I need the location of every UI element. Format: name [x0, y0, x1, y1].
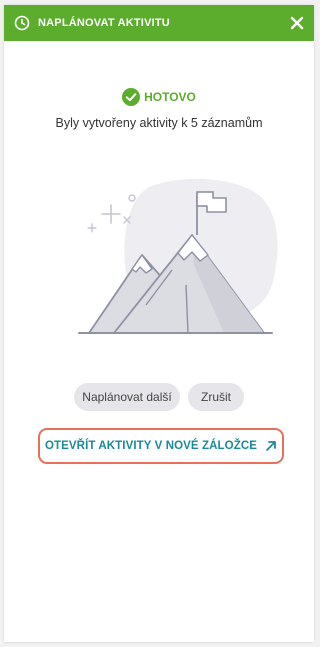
close-icon[interactable]: [288, 14, 306, 32]
cancel-button[interactable]: Zrušit: [188, 383, 244, 411]
clock-icon: [14, 15, 30, 31]
status-label: HOTOVO: [144, 90, 196, 104]
status-indicator: HOTOVO: [4, 88, 314, 106]
schedule-more-button[interactable]: Naplánovat další: [74, 383, 180, 411]
external-link-arrow-icon: [266, 441, 276, 451]
result-message: Byly vytvořeny aktivity k 5 záznamům: [55, 116, 263, 130]
open-activities-link-label: OTEVŘÍT AKTIVITY V NOVÉ ZÁLOŽCE: [44, 440, 258, 452]
panel-title: NAPLÁNOVAT AKTIVITU: [38, 17, 170, 29]
mountain-flag-illustration: [78, 178, 278, 334]
checkmark-circle-icon: [122, 88, 141, 106]
schedule-activity-panel: NAPLÁNOVAT AKTIVITU HOTOVO Byly vytvořen…: [4, 5, 314, 642]
panel-header: NAPLÁNOVAT AKTIVITU: [4, 5, 314, 41]
open-activities-new-tab-link[interactable]: OTEVŘÍT AKTIVITY V NOVÉ ZÁLOŽCE: [38, 428, 284, 464]
action-buttons: Naplánovat další Zrušit: [4, 383, 314, 411]
